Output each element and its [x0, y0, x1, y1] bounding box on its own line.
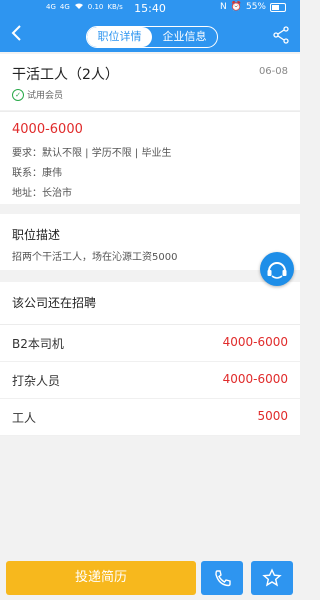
- address-row: 地址：长治市: [12, 184, 72, 199]
- share-icon: [273, 26, 289, 44]
- recruiting-item-salary: 4000-6000: [222, 335, 288, 349]
- contact-row: 联系：康伟: [12, 164, 62, 179]
- headset-icon: [267, 262, 287, 279]
- recruiting-item-salary: 4000-6000: [222, 372, 288, 386]
- recruiting-item-name: B2本司机: [12, 337, 64, 351]
- address-value: 长治市: [42, 188, 72, 199]
- alarm-icon: ⏰: [230, 2, 242, 12]
- nfc-icon: N: [220, 2, 227, 12]
- requirement-value: 默认不限 | 学历不限 | 毕业生: [42, 148, 172, 159]
- job-description-section: 职位描述 招两个干活工人，场在沁源工资5000: [0, 214, 300, 270]
- share-button[interactable]: [272, 26, 290, 44]
- battery-icon: [270, 2, 286, 12]
- status-right: N ⏰ 55%: [220, 2, 286, 12]
- description-text: 招两个干活工人，场在沁源工资5000: [12, 252, 178, 263]
- job-title-section: 干活工人（2人） 06-08 ✓ 试用会员: [0, 54, 300, 110]
- recruiting-item-salary: 5000: [257, 409, 288, 423]
- detail-tabs: 职位详情 企业信息: [86, 26, 218, 48]
- recruiting-heading: 该公司还在招聘: [12, 296, 97, 310]
- address-label: 地址：: [12, 188, 42, 199]
- call-button[interactable]: [201, 561, 243, 595]
- recruiting-item-name: 打杂人员: [12, 374, 61, 388]
- requirement-label: 要求：: [12, 148, 42, 159]
- job-salary: 4000-6000: [12, 122, 83, 137]
- recruiting-item-name: 工人: [12, 411, 37, 425]
- back-button[interactable]: [8, 22, 26, 44]
- recruiting-header: 该公司还在招聘: [0, 282, 300, 325]
- recruiting-item[interactable]: B2本司机 4000-6000: [0, 325, 300, 362]
- recruiting-item[interactable]: 打杂人员 4000-6000: [0, 362, 300, 399]
- phone-icon: [215, 570, 231, 587]
- contact-value: 康伟: [42, 168, 62, 179]
- check-circle-icon: ✓: [12, 88, 24, 101]
- tab-job-detail[interactable]: 职位详情: [87, 27, 152, 47]
- battery-percent: 55%: [245, 2, 266, 12]
- requirement-row: 要求：默认不限 | 学历不限 | 毕业生: [12, 144, 171, 159]
- apply-resume-button[interactable]: 投递简历: [6, 561, 196, 595]
- job-info-section: 4000-6000 要求：默认不限 | 学历不限 | 毕业生 联系：康伟 地址：…: [0, 111, 300, 204]
- top-header: 4G 4G 0.10 KB/s 15:40 N ⏰ 55% 职位详情 企业信息: [0, 0, 300, 52]
- post-date: 06-08: [258, 66, 288, 77]
- customer-service-button[interactable]: [260, 252, 294, 286]
- star-icon: [262, 568, 282, 587]
- job-title: 干活工人（2人）: [12, 67, 119, 83]
- tab-company-info[interactable]: 企业信息: [152, 27, 217, 47]
- contact-label: 联系：: [12, 168, 42, 179]
- back-arrow-icon: [11, 25, 21, 41]
- favorite-button[interactable]: [251, 561, 293, 595]
- status-bar: 4G 4G 0.10 KB/s 15:40 N ⏰ 55%: [0, 0, 300, 16]
- recruiting-item[interactable]: 工人 5000: [0, 399, 300, 436]
- member-badge: ✓ 试用会员: [12, 88, 63, 101]
- member-badge-label: 试用会员: [27, 91, 64, 101]
- description-heading: 职位描述: [12, 228, 61, 242]
